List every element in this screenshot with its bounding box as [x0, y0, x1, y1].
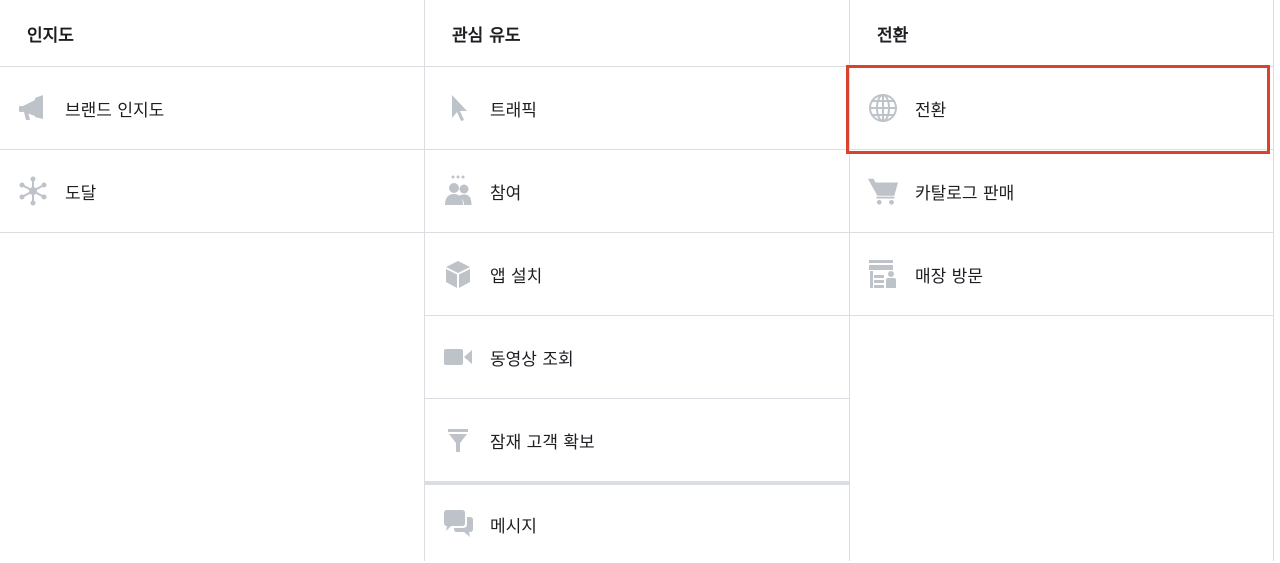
option-messages[interactable]: 메시지 — [425, 482, 849, 563]
column-awareness: 인지도 브랜드 인지도 도달 — [0, 0, 425, 561]
chat-bubbles-icon — [442, 508, 474, 540]
option-label: 잠재 고객 확보 — [490, 432, 595, 453]
option-app-installs[interactable]: 앱 설치 — [425, 233, 849, 316]
column-conversion: 전환 전환 카탈로그 판매 매장 방문 — [850, 0, 1273, 561]
option-lead-generation[interactable]: 잠재 고객 확보 — [425, 399, 849, 482]
option-reach[interactable]: 도달 — [0, 150, 424, 233]
option-label: 전환 — [915, 100, 947, 121]
option-label: 트래픽 — [490, 100, 537, 121]
option-label: 참여 — [490, 183, 522, 204]
column-header-awareness: 인지도 — [0, 0, 424, 67]
option-label: 매장 방문 — [915, 266, 983, 287]
option-engagement[interactable]: 참여 — [425, 150, 849, 233]
option-brand-awareness[interactable]: 브랜드 인지도 — [0, 67, 424, 150]
option-label: 앱 설치 — [490, 266, 543, 287]
store-icon — [867, 258, 899, 290]
video-camera-icon — [442, 341, 474, 373]
option-label: 브랜드 인지도 — [65, 100, 165, 121]
megaphone-icon — [17, 92, 49, 124]
globe-icon — [867, 92, 899, 124]
option-traffic[interactable]: 트래픽 — [425, 67, 849, 150]
column-header-consideration: 관심 유도 — [425, 0, 849, 67]
option-label: 도달 — [65, 183, 97, 204]
option-video-views[interactable]: 동영상 조회 — [425, 316, 849, 399]
people-icon — [442, 175, 474, 207]
option-catalog-sales[interactable]: 카탈로그 판매 — [850, 150, 1273, 233]
option-label: 메시지 — [490, 516, 537, 537]
option-conversions[interactable]: 전환 — [850, 67, 1273, 150]
option-store-traffic[interactable]: 매장 방문 — [850, 233, 1273, 316]
funnel-icon — [442, 424, 474, 456]
box-icon — [442, 258, 474, 290]
cursor-icon — [442, 92, 474, 124]
column-header-conversion: 전환 — [850, 0, 1273, 67]
reach-icon — [17, 175, 49, 207]
shopping-cart-icon — [867, 175, 899, 207]
option-label: 카탈로그 판매 — [915, 183, 1015, 204]
column-consideration: 관심 유도 트래픽 참여 앱 설치 동영상 조회 잠재 고객 확보 메시지 — [425, 0, 850, 561]
option-label: 동영상 조회 — [490, 349, 574, 370]
objective-grid: 인지도 브랜드 인지도 도달 관심 유도 트래픽 참여 앱 설치 동영상 조회 … — [0, 0, 1274, 561]
